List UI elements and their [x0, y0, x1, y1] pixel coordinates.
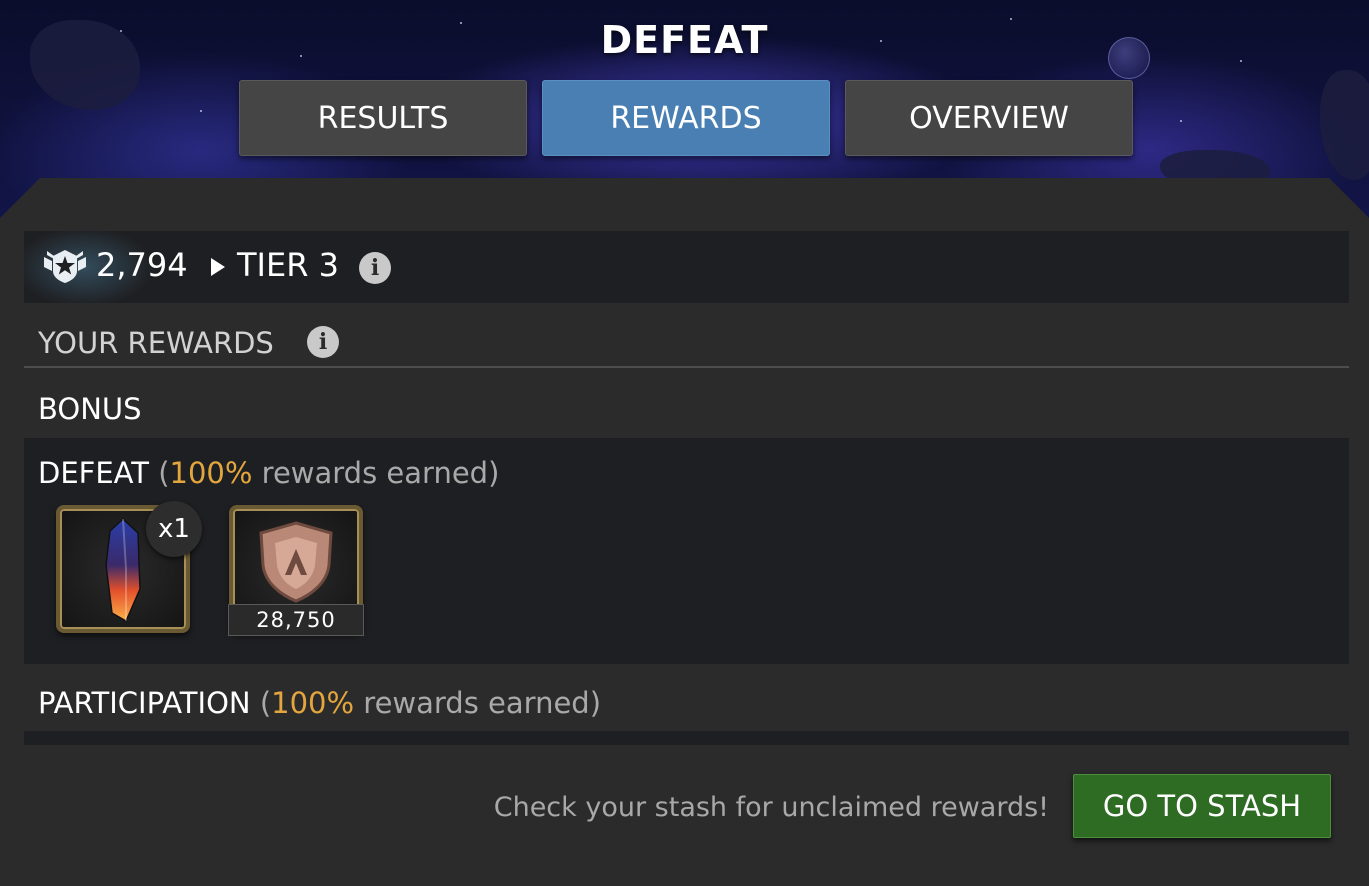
section-divider: [24, 366, 1349, 368]
your-rewards-heading: YOUR REWARDS: [38, 326, 274, 360]
bonus-heading: BONUS: [38, 392, 142, 426]
tab-results-label: RESULTS: [317, 100, 449, 136]
tab-rewards[interactable]: REWARDS: [542, 80, 830, 156]
defeat-earned-suffix: rewards earned: [261, 456, 489, 490]
defeat-percent: 100%: [169, 456, 253, 490]
tier-points: 2,794: [96, 246, 188, 284]
participation-label: PARTICIPATION: [38, 686, 251, 720]
page-title: DEFEAT: [600, 18, 769, 62]
defeat-label: DEFEAT: [38, 456, 149, 490]
tier-name: TIER 3: [237, 246, 339, 284]
tab-overview-label: OVERVIEW: [909, 100, 1069, 136]
tab-results[interactable]: RESULTS: [239, 80, 527, 156]
tier-arrow-icon: [211, 258, 225, 276]
tier-badge-icon: [44, 250, 86, 283]
shield-medal-icon: [259, 521, 333, 603]
rewards-info-icon[interactable]: i: [307, 326, 339, 358]
go-to-stash-button[interactable]: GO TO STASH: [1073, 774, 1331, 838]
participation-percent: 100%: [271, 686, 355, 720]
shield-amount-label: 28,750: [228, 604, 364, 636]
participation-earned-suffix: rewards earned: [363, 686, 590, 720]
stash-message: Check your stash for unclaimed rewards!: [493, 792, 1049, 823]
crystal-quantity-badge: x1: [146, 501, 202, 557]
background-star: [200, 110, 202, 112]
participation-rewards-line: PARTICIPATION (100% rewards earned): [38, 686, 602, 720]
background-star: [1180, 120, 1182, 122]
defeat-rewards-line: DEFEAT (100% rewards earned): [38, 456, 500, 490]
participation-rewards-box[interactable]: [24, 731, 1349, 745]
background-asteroid: [1320, 70, 1369, 180]
go-to-stash-label: GO TO STASH: [1102, 789, 1302, 823]
tier-info-icon[interactable]: i: [359, 252, 391, 284]
tab-rewards-label: REWARDS: [610, 100, 762, 136]
tab-overview[interactable]: OVERVIEW: [845, 80, 1133, 156]
